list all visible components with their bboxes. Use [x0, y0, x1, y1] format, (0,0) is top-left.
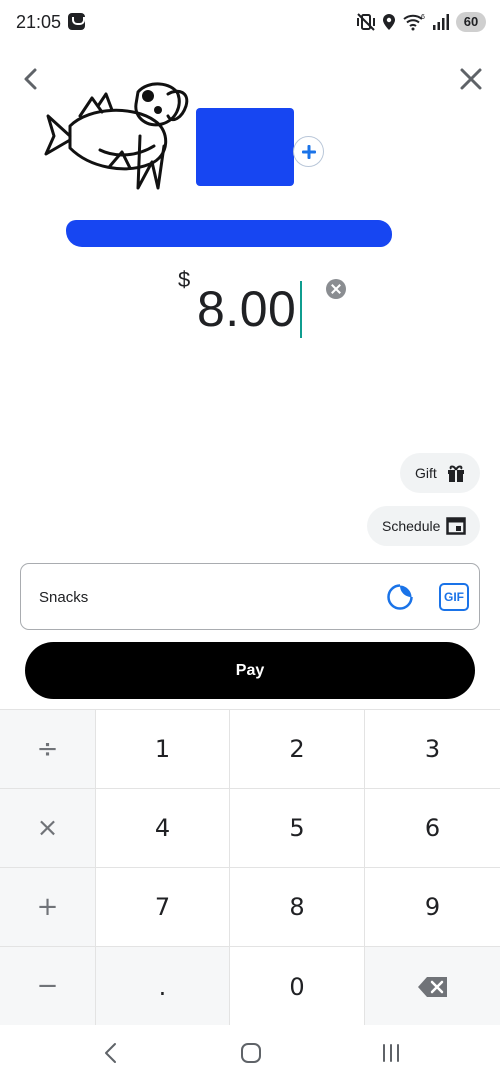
- svg-text:6: 6: [421, 14, 425, 21]
- clear-amount-button[interactable]: [326, 279, 346, 299]
- gif-button[interactable]: GIF: [439, 583, 469, 611]
- gift-icon: [448, 465, 464, 482]
- recipient-name-redaction: [66, 220, 392, 247]
- digit-4-key[interactable]: 4: [96, 789, 230, 868]
- schedule-button[interactable]: Schedule: [367, 506, 480, 546]
- nav-back-icon[interactable]: [100, 1042, 122, 1064]
- amount-value[interactable]: 8.00: [197, 280, 296, 338]
- schedule-label: Schedule: [382, 518, 441, 534]
- recipient-photo-redaction: [196, 108, 294, 186]
- status-icons: 6 60: [356, 11, 486, 33]
- messages-app-icon: [68, 13, 85, 30]
- digit-3-key[interactable]: 3: [365, 710, 500, 789]
- digit-1-key[interactable]: 1: [96, 710, 230, 789]
- nav-home-icon[interactable]: [240, 1042, 262, 1064]
- decimal-key[interactable]: .: [96, 947, 230, 1026]
- gift-label: Gift: [415, 465, 437, 481]
- close-icon[interactable]: [458, 66, 484, 92]
- divide-key[interactable]: ÷: [0, 710, 96, 789]
- digit-7-key[interactable]: 7: [96, 868, 230, 947]
- location-icon: [383, 14, 395, 30]
- plus-circle-icon[interactable]: [294, 137, 323, 166]
- digit-9-key[interactable]: 9: [365, 868, 500, 947]
- pay-button[interactable]: Pay: [25, 642, 475, 699]
- numeric-keypad: ÷ × + − 1 2 3 4 5 6 7 8 9 . 0: [0, 709, 500, 1026]
- recipient-avatar: [44, 82, 189, 190]
- signal-icon: [433, 14, 449, 30]
- multiply-key[interactable]: ×: [0, 789, 96, 868]
- status-bar: 21:05 6 60: [0, 0, 500, 46]
- backspace-icon: [417, 976, 447, 997]
- currency-symbol: $: [178, 267, 191, 292]
- gift-button[interactable]: Gift: [400, 453, 480, 493]
- note-input[interactable]: [39, 586, 339, 608]
- vibrate-mute-icon: [357, 13, 375, 31]
- plus-key[interactable]: +: [0, 868, 96, 947]
- status-time: 21:05: [16, 12, 62, 32]
- minus-key[interactable]: −: [0, 947, 96, 1026]
- digit-0-key[interactable]: 0: [230, 947, 365, 1026]
- system-nav-bar: [0, 1025, 500, 1083]
- digit-8-key[interactable]: 8: [230, 868, 365, 947]
- digit-6-key[interactable]: 6: [365, 789, 500, 868]
- backspace-key[interactable]: [365, 947, 500, 1026]
- digit-5-key[interactable]: 5: [230, 789, 365, 868]
- nav-recents-icon[interactable]: [380, 1042, 402, 1064]
- battery-icon: 60: [456, 12, 486, 32]
- digit-2-key[interactable]: 2: [230, 710, 365, 789]
- text-caret: [300, 281, 302, 338]
- wifi-icon: 6: [403, 14, 425, 31]
- sticker-icon[interactable]: [386, 583, 414, 611]
- note-field[interactable]: GIF: [20, 563, 480, 630]
- calendar-icon: [446, 517, 466, 535]
